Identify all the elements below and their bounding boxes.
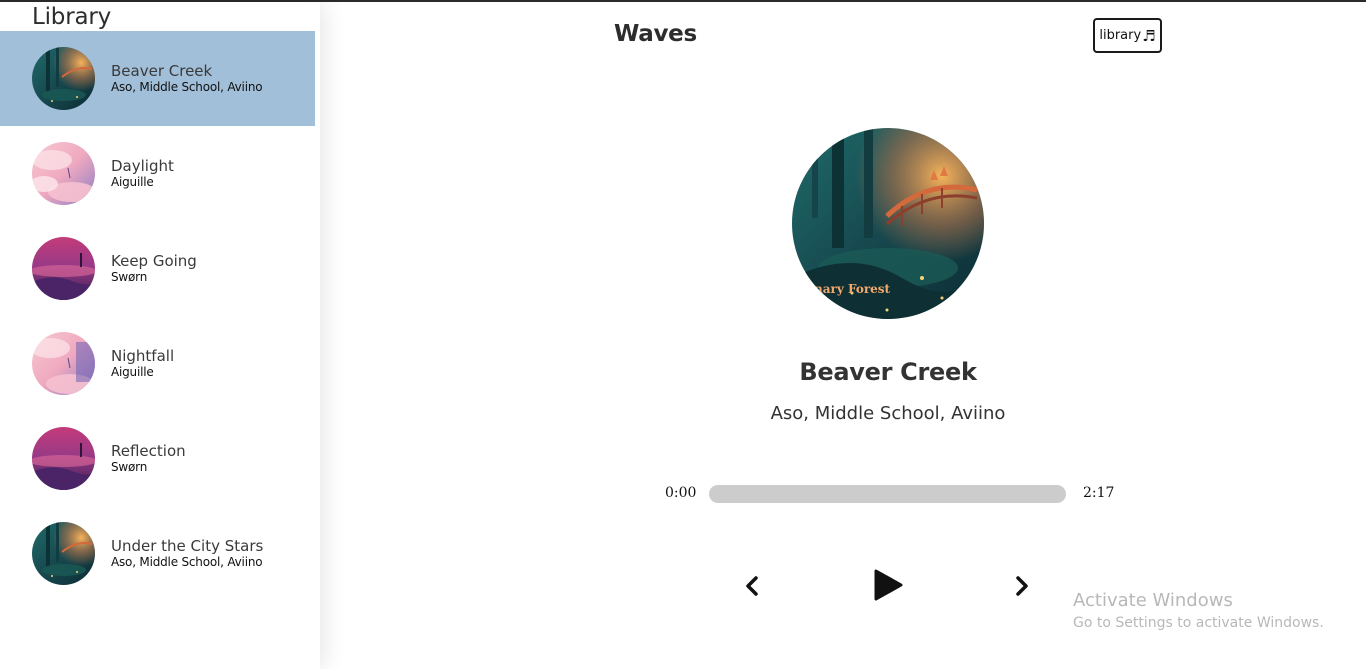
song-artist: Swørn: [111, 270, 148, 284]
current-time: 0:00: [665, 485, 697, 501]
library-song-beaver-creek[interactable]: Beaver Creek Aso, Middle School, Aviino: [0, 31, 315, 126]
watermark-line1: Activate Windows: [1073, 590, 1233, 611]
now-playing-cover: nary Forest: [792, 128, 984, 319]
cover-text: nary Forest: [814, 282, 891, 296]
album-cover: [32, 522, 95, 585]
song-artist: Aiguille: [111, 365, 154, 379]
watermark-line2: Go to Settings to activate Windows.: [1073, 615, 1324, 631]
play-icon: [874, 569, 903, 601]
app-title: Waves: [614, 21, 697, 47]
play-button[interactable]: [872, 568, 904, 602]
song-artist: Aso, Middle School, Aviino: [111, 80, 263, 94]
activate-windows-watermark: Activate Windows Go to Settings to activ…: [1073, 590, 1324, 633]
library-song-daylight[interactable]: Daylight Aiguille: [0, 126, 315, 221]
duration: 2:17: [1083, 485, 1115, 501]
song-title: Under the City Stars: [111, 537, 264, 555]
song-artist: Aiguille: [111, 175, 154, 189]
album-cover: [32, 142, 95, 205]
library-song-nightfall[interactable]: Nightfall Aiguille: [0, 316, 315, 411]
song-title: Reflection: [111, 442, 186, 460]
now-playing-title: Beaver Creek: [799, 358, 977, 386]
next-button[interactable]: [1014, 576, 1030, 596]
song-title: Keep Going: [111, 252, 197, 270]
chevron-right-icon: [1016, 576, 1028, 596]
song-artist: Swørn: [111, 460, 148, 474]
album-cover: [32, 47, 95, 110]
chevron-left-icon: [746, 576, 758, 596]
album-cover: [32, 332, 95, 395]
library-song-keep-going[interactable]: Keep Going Swørn: [0, 221, 315, 316]
library-sidebar: Library Beaver Creek Aso, Middle School,…: [0, 2, 320, 669]
now-playing-artist: Aso, Middle School, Aviino: [770, 403, 1006, 424]
song-artist: Aso, Middle School, Aviino: [111, 555, 263, 569]
song-title: Beaver Creek: [111, 62, 213, 80]
previous-button[interactable]: [744, 576, 760, 596]
progress-bar[interactable]: [709, 485, 1066, 503]
album-cover: [32, 427, 95, 490]
library-toggle-button[interactable]: library ♬: [1093, 18, 1162, 53]
album-cover: [32, 237, 95, 300]
library-button-label: library: [1099, 28, 1142, 43]
song-title: Daylight: [111, 157, 174, 175]
library-song-under-the-city-stars[interactable]: Under the City Stars Aso, Middle School,…: [0, 506, 315, 601]
music-note-icon: ♬: [1142, 26, 1156, 45]
song-title: Nightfall: [111, 347, 175, 365]
library-song-reflection[interactable]: Reflection Swørn: [0, 411, 315, 506]
library-heading: Library: [32, 4, 112, 30]
